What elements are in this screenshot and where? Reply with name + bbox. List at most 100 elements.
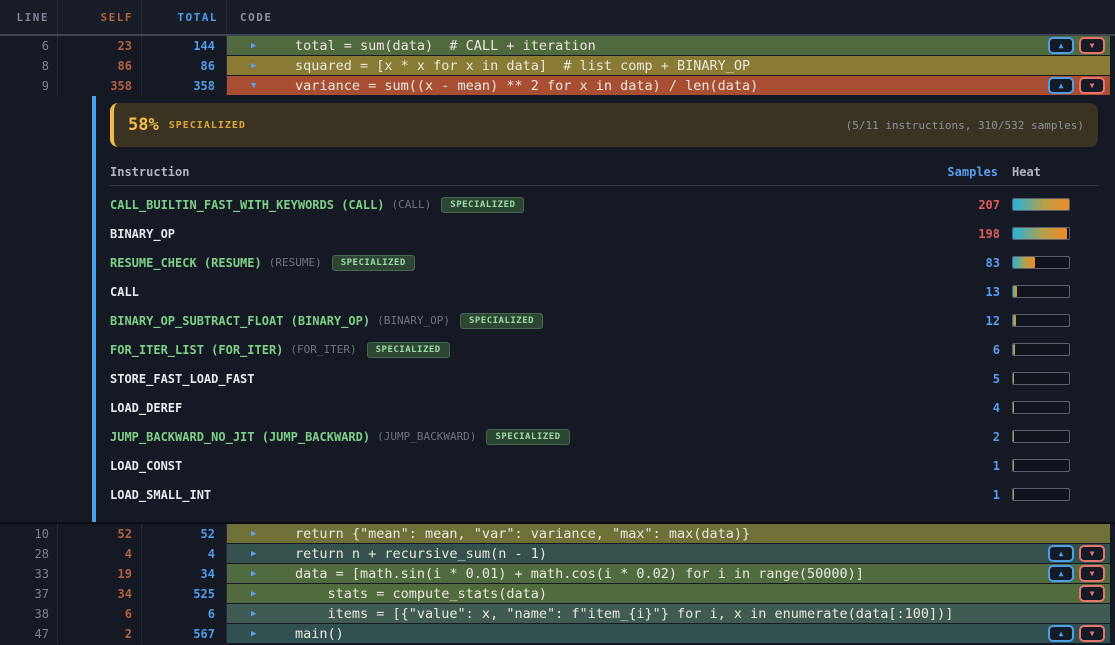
code-line[interactable]: ▶squared = [x * x for x in data] # list …: [227, 56, 1110, 76]
jump-up-button[interactable]: ▲: [1048, 565, 1074, 582]
instruction-row: JUMP_BACKWARD_NO_JIT (JUMP_BACKWARD)(JUM…: [110, 422, 1098, 451]
expand-triangle-icon[interactable]: ▶: [251, 609, 256, 619]
instruction-row: BINARY_OP 198: [110, 219, 1098, 248]
jump-down-button[interactable]: ▼: [1079, 545, 1105, 562]
instruction-name: LOAD_CONST: [110, 459, 182, 473]
samples-count: 83: [986, 256, 1000, 270]
heat-bar-fill: [1013, 489, 1014, 500]
heat-bar-fill: [1013, 257, 1035, 268]
jump-down-button[interactable]: ▼: [1079, 565, 1105, 582]
line-number: 28: [0, 544, 58, 564]
self-samples: 358: [58, 76, 142, 96]
code-row: 88686▶squared = [x * x for x in data] # …: [0, 56, 1115, 76]
heat-bar: [1012, 430, 1070, 443]
expand-triangle-icon[interactable]: ▶: [251, 549, 256, 559]
instruction-name: FOR_ITER_LIST (FOR_ITER): [110, 343, 283, 357]
instruction-name: BINARY_OP: [110, 227, 175, 241]
self-samples: 86: [58, 56, 142, 76]
specialization-panel: 58% SPECIALIZED (5/11 instructions, 310/…: [0, 96, 1115, 522]
arrow-down-icon: ▼: [1090, 549, 1095, 558]
jump-down-button[interactable]: ▼: [1079, 77, 1105, 94]
arrow-down-icon: ▼: [1090, 41, 1095, 50]
samples-count: 4: [993, 401, 1000, 415]
table-header: LINE SELF TOTAL CODE: [0, 0, 1115, 36]
row-nav-buttons: ▲▼: [1048, 625, 1110, 642]
arrow-up-icon: ▲: [1059, 569, 1064, 578]
arrow-down-icon: ▼: [1090, 629, 1095, 638]
specialized-label: SPECIALIZED: [169, 120, 246, 131]
heat-bar-fill: [1013, 402, 1014, 413]
instruction-row: LOAD_SMALL_INT1: [110, 480, 1098, 509]
expand-triangle-icon[interactable]: ▶: [251, 529, 256, 539]
heat-bar: [1012, 198, 1070, 211]
specialized-badge: SPECIALIZED: [367, 342, 450, 358]
code-line[interactable]: ▶return n + recursive_sum(n - 1)▲▼: [227, 544, 1110, 564]
profiler-window: LINE SELF TOTAL CODE 623144▶total = sum(…: [0, 0, 1115, 645]
instruction-name: LOAD_SMALL_INT: [110, 488, 211, 502]
jump-up-button[interactable]: ▲: [1048, 625, 1074, 642]
code-row: 623144▶total = sum(data) # CALL + iterat…: [0, 36, 1115, 56]
heat-bar-fill: [1013, 228, 1067, 239]
code-text: data = [math.sin(i * 0.01) + math.cos(i …: [227, 566, 864, 582]
code-row: 9358358▼variance = sum((x - mean) ** 2 f…: [0, 76, 1115, 96]
heat-bar: [1012, 372, 1070, 385]
code-line[interactable]: ▶data = [math.sin(i * 0.01) + math.cos(i…: [227, 564, 1110, 584]
expand-triangle-icon[interactable]: ▶: [251, 589, 256, 599]
column-header-code: CODE: [227, 0, 1115, 34]
instruction-name: RESUME_CHECK (RESUME): [110, 256, 262, 270]
jump-up-button[interactable]: ▲: [1048, 77, 1074, 94]
arrow-up-icon: ▲: [1059, 629, 1064, 638]
total-samples: 86: [142, 56, 227, 76]
column-header-total: TOTAL: [142, 0, 227, 34]
instruction-rows: CALL_BUILTIN_FAST_WITH_KEYWORDS (CALL)(C…: [110, 190, 1098, 509]
total-samples: 525: [142, 584, 227, 604]
code-line[interactable]: ▼variance = sum((x - mean) ** 2 for x in…: [227, 76, 1110, 96]
code-text: total = sum(data) # CALL + iteration: [227, 38, 596, 54]
code-line[interactable]: ▶ items = [{"value": x, "name": f"item_{…: [227, 604, 1110, 624]
jump-down-button[interactable]: ▼: [1079, 625, 1105, 642]
code-row: 3734525▶ stats = compute_stats(data)▼: [0, 584, 1115, 604]
expand-triangle-icon[interactable]: ▶: [251, 629, 256, 639]
expand-triangle-icon[interactable]: ▶: [251, 61, 256, 71]
code-text: variance = sum((x - mean) ** 2 for x in …: [227, 78, 758, 94]
line-number: 6: [0, 36, 58, 56]
samples-count: 13: [986, 285, 1000, 299]
heat-bar: [1012, 459, 1070, 472]
collapse-triangle-icon[interactable]: ▼: [251, 81, 256, 91]
code-row: 472567▶main()▲▼: [0, 624, 1115, 644]
heat-bar: [1012, 401, 1070, 414]
self-samples: 4: [58, 544, 142, 564]
line-number: 33: [0, 564, 58, 584]
line-number: 10: [0, 524, 58, 544]
line-number: 38: [0, 604, 58, 624]
jump-up-button[interactable]: ▲: [1048, 37, 1074, 54]
expand-triangle-icon[interactable]: ▶: [251, 569, 256, 579]
arrow-down-icon: ▼: [1090, 569, 1095, 578]
code-line[interactable]: ▶total = sum(data) # CALL + iteration ▲ ▼: [227, 36, 1110, 56]
expanded-row-connector: [92, 96, 96, 522]
instruction-row: STORE_FAST_LOAD_FAST5: [110, 364, 1098, 393]
code-text: main(): [227, 626, 344, 642]
instruction-row: CALL13: [110, 277, 1098, 306]
instruction-name: JUMP_BACKWARD_NO_JIT (JUMP_BACKWARD): [110, 430, 370, 444]
expand-triangle-icon[interactable]: ▶: [251, 41, 256, 51]
heat-bar: [1012, 285, 1070, 298]
code-row: 3866▶ items = [{"value": x, "name": f"it…: [0, 604, 1115, 624]
specialized-badge: SPECIALIZED: [332, 255, 415, 271]
jump-down-button[interactable]: ▼: [1079, 37, 1105, 54]
instruction-row: CALL_BUILTIN_FAST_WITH_KEYWORDS (CALL)(C…: [110, 190, 1098, 219]
self-samples: 34: [58, 584, 142, 604]
jump-up-button[interactable]: ▲: [1048, 545, 1074, 562]
jump-down-button[interactable]: ▼: [1079, 585, 1105, 602]
heat-bar: [1012, 488, 1070, 501]
code-line[interactable]: ▶main()▲▼: [227, 624, 1110, 644]
samples-count: 5: [993, 372, 1000, 386]
specialized-badge: SPECIALIZED: [486, 429, 569, 445]
code-line[interactable]: ▶return {"mean": mean, "var": variance, …: [227, 524, 1110, 544]
row-nav-buttons: ▼: [1079, 585, 1110, 602]
line-number: 37: [0, 584, 58, 604]
column-header-samples[interactable]: Samples: [947, 165, 998, 179]
samples-count: 198: [978, 227, 1000, 241]
self-samples: 52: [58, 524, 142, 544]
code-line[interactable]: ▶ stats = compute_stats(data)▼: [227, 584, 1110, 604]
